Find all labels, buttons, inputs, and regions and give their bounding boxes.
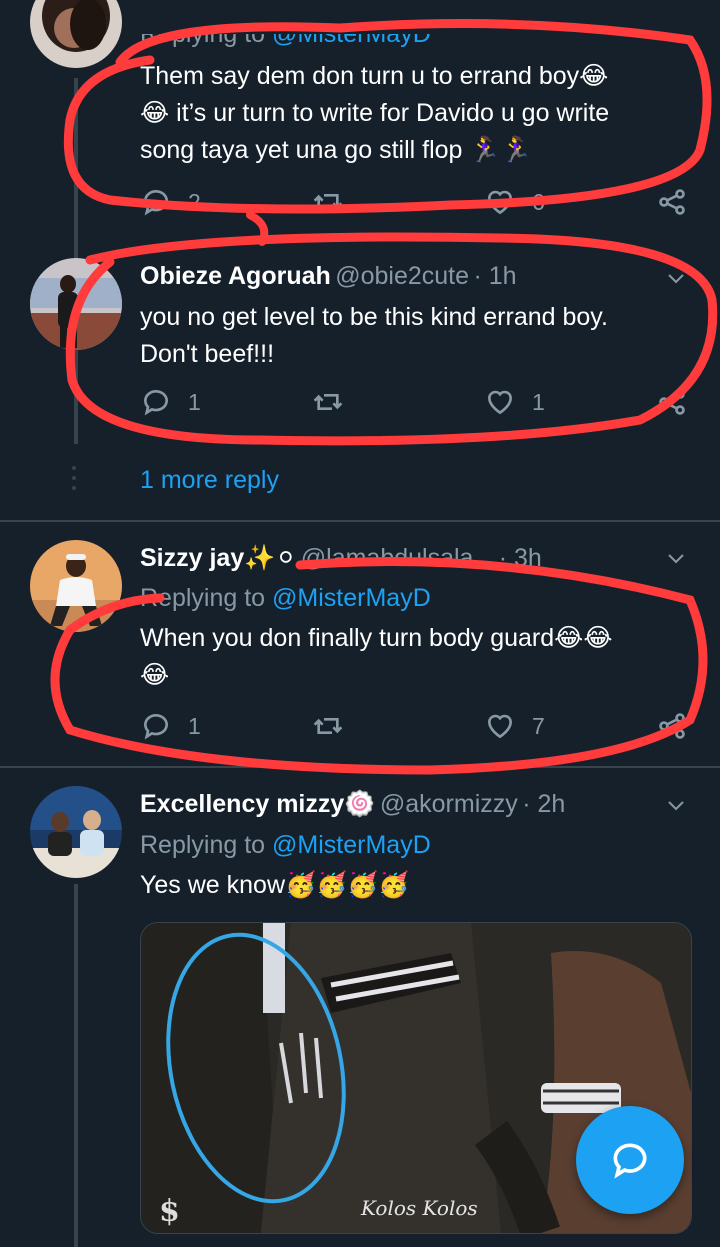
thread-line <box>74 884 78 1247</box>
like-icon <box>487 714 513 739</box>
tweet-actions: 1 7 <box>140 710 700 750</box>
like-icon <box>487 390 513 415</box>
thread-line <box>74 354 78 444</box>
reply-button[interactable]: 1 <box>140 386 201 418</box>
image-brand-text: Kolos Kolos <box>360 1196 478 1220</box>
retweet-icon <box>313 718 343 734</box>
more-replies-dots <box>72 466 80 490</box>
mention-link[interactable]: @MisterMayD <box>272 831 431 859</box>
retweet-icon <box>313 194 343 210</box>
display-name[interactable]: Excellency mizzy🍥 <box>140 790 375 818</box>
reply-icon <box>143 714 168 740</box>
tweet-header: Excellency mizzy🍥 @akormizzy · 2h <box>140 790 660 819</box>
like-count: 6 <box>532 188 545 215</box>
replying-to-line: Replying to @MisterMayD <box>140 584 431 612</box>
reply-button[interactable]: 2 <box>140 186 201 218</box>
avatar-mizzy[interactable] <box>30 786 122 878</box>
reply-count: 1 <box>188 388 201 415</box>
share-icon <box>659 189 685 215</box>
chevron-down-icon[interactable] <box>664 546 688 575</box>
tweet-text: Yes we know🥳🥳🥳🥳 <box>140 871 410 899</box>
share-icon <box>659 713 685 739</box>
avatar-sizzy[interactable] <box>30 540 122 632</box>
reply-button[interactable]: 1 <box>140 710 201 742</box>
replying-to-line: Replying to @MisterMayD <box>140 20 431 48</box>
tweet-text: you no get level to be this kind errand … <box>140 303 608 368</box>
share-icon <box>659 389 685 415</box>
divider <box>0 766 720 768</box>
like-button[interactable]: 7 <box>484 710 545 742</box>
tweet-actions: 1 1 <box>140 386 700 426</box>
tweet-text: When you don finally turn body guard😂😂 😂 <box>140 624 613 689</box>
tweet-time: · 1h <box>473 262 517 290</box>
reply-icon <box>143 390 168 416</box>
mention-link[interactable]: @MisterMayD <box>272 34 431 48</box>
retweet-button[interactable] <box>312 186 344 218</box>
like-button[interactable]: 6 <box>484 186 545 218</box>
like-icon <box>487 190 513 215</box>
retweet-icon <box>313 394 343 410</box>
tweet-time: · 3h <box>498 544 542 572</box>
reply-icon <box>143 190 168 216</box>
more-replies-link[interactable]: 1 more reply <box>140 466 279 495</box>
chevron-down-icon[interactable] <box>664 793 688 822</box>
user-handle[interactable]: @obie2cute <box>335 262 469 290</box>
retweet-button[interactable] <box>312 386 344 418</box>
compose-icon <box>613 1143 647 1179</box>
replying-to-line: Replying to @MisterMayD <box>140 831 431 859</box>
tweet-time: · 2h <box>522 790 566 818</box>
avatar-obieze[interactable] <box>30 258 122 350</box>
share-button[interactable] <box>656 386 688 418</box>
like-count: 7 <box>532 712 545 739</box>
user-handle[interactable]: @akormizzy <box>380 790 518 818</box>
avatar-tweet-1[interactable] <box>30 0 122 68</box>
user-handle[interactable]: @lamabdulsala... <box>301 544 495 572</box>
divider <box>0 520 720 522</box>
tweet-actions: 2 6 <box>140 186 700 226</box>
retweet-button[interactable] <box>312 710 344 742</box>
reply-count: 1 <box>188 712 201 739</box>
chevron-down-icon[interactable] <box>664 266 688 295</box>
like-button[interactable]: 1 <box>484 386 545 418</box>
share-button[interactable] <box>656 710 688 742</box>
display-name[interactable]: Sizzy jay✨⚪ <box>140 544 296 572</box>
tweet-header: Obieze Agoruah @obie2cute · 1h <box>140 262 660 291</box>
like-count: 1 <box>532 388 545 415</box>
tweet-header: Sizzy jay✨⚪ @lamabdulsala... · 3h <box>140 543 640 573</box>
tweet-text: Them say dem don turn u to errand boy😂 😂… <box>140 62 610 164</box>
share-button[interactable] <box>656 186 688 218</box>
reply-count: 2 <box>188 188 201 215</box>
mention-link[interactable]: @MisterMayD <box>272 584 431 612</box>
image-dollar-sign: $ <box>159 1194 180 1229</box>
compose-reply-button[interactable] <box>576 1106 684 1214</box>
display-name[interactable]: Obieze Agoruah <box>140 262 331 290</box>
